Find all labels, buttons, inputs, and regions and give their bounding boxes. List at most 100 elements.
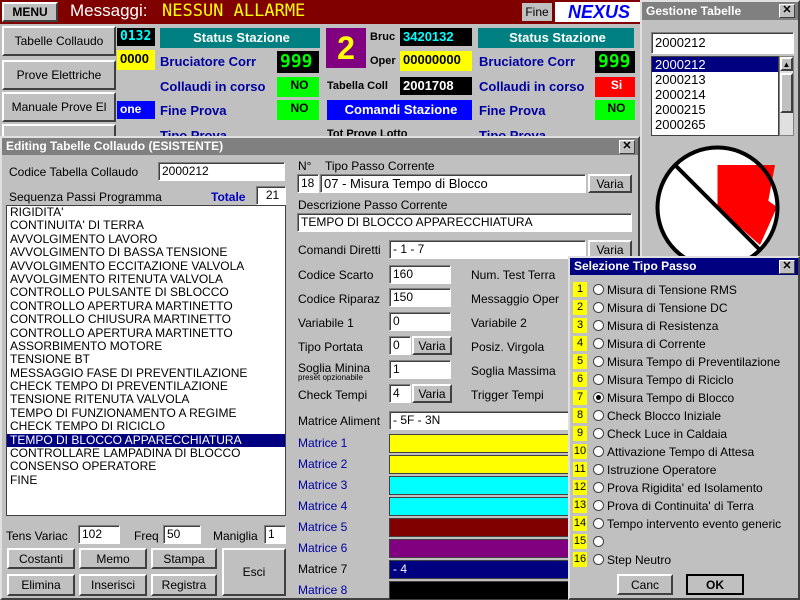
matrix-swatch[interactable] xyxy=(389,476,569,495)
close-icon[interactable]: ✕ xyxy=(619,140,635,154)
elimina-button[interactable]: Elimina xyxy=(7,574,75,596)
tipo-portata-input[interactable]: 0 xyxy=(389,336,411,355)
option-label[interactable]: Attivazione Tempo di Attesa xyxy=(607,445,754,459)
table-row[interactable]: CONTROLLO CHIUSURA MARTINETTO xyxy=(7,312,285,326)
varia-portata-button[interactable]: Varia xyxy=(412,336,452,355)
table-row[interactable]: AVVOLGIMENTO RITENUTA VALVOLA xyxy=(7,272,285,286)
option-label[interactable]: Istruzione Operatore xyxy=(607,463,716,477)
descrizione-input[interactable]: TEMPO DI BLOCCO APPARECCHIATURA xyxy=(297,213,632,232)
radio-button[interactable] xyxy=(593,392,604,403)
option-label[interactable]: Prova Rigidita' ed Isolamento xyxy=(607,481,763,495)
table-row[interactable]: CONTROLLO APERTURA MARTINETTO xyxy=(7,326,285,340)
table-row[interactable]: TENSIONE RITENUTA VALVOLA xyxy=(7,393,285,407)
gestione-list[interactable]: 2000212 2000213 2000214 2000215 2000265 xyxy=(651,56,779,136)
radio-button[interactable] xyxy=(593,410,604,421)
table-row[interactable]: TEMPO DI BLOCCO APPARECCHIATURA xyxy=(7,433,285,448)
tens-variac-input[interactable]: 102 xyxy=(78,525,120,544)
table-row[interactable]: AVVOLGIMENTO DI BASSA TENSIONE xyxy=(7,245,285,259)
maniglia-input[interactable]: 1 xyxy=(264,525,286,544)
fine-button[interactable]: Fine xyxy=(522,3,552,21)
option-label[interactable]: Check Blocco Iniziale xyxy=(607,409,721,423)
nav-manuale-prove[interactable]: Manuale Prove El xyxy=(2,92,116,122)
memo-button[interactable]: Memo xyxy=(79,548,147,569)
option-label[interactable]: Misura Tempo di Blocco xyxy=(607,391,734,405)
soglia-minima-input[interactable]: 1 xyxy=(389,360,451,379)
list-item[interactable]: 2000212 xyxy=(652,57,778,72)
matrix-swatch[interactable] xyxy=(389,434,569,453)
inserisci-button[interactable]: Inserisci xyxy=(79,574,147,596)
matrix-swatch[interactable] xyxy=(389,455,569,474)
option-label[interactable]: Prova di Continuita' di Terra xyxy=(607,499,754,513)
scroll-thumb[interactable] xyxy=(780,73,793,113)
gestione-search-input[interactable]: 2000212 xyxy=(651,32,794,54)
list-item[interactable]: 2000215 xyxy=(652,102,778,117)
matrix-swatch[interactable] xyxy=(389,518,569,537)
codice-riparaz-input[interactable]: 150 xyxy=(389,288,451,307)
list-item[interactable]: 2000214 xyxy=(652,87,778,102)
radio-button[interactable] xyxy=(593,428,604,439)
registra-button[interactable]: Registra xyxy=(151,574,217,596)
ok-button[interactable]: OK xyxy=(686,574,744,595)
codice-input[interactable]: 2000212 xyxy=(158,162,285,181)
radio-button[interactable] xyxy=(593,500,604,511)
option-label[interactable]: Misura Tempo di Riciclo xyxy=(607,373,734,387)
nav-prove-elettriche[interactable]: Prove Elettriche xyxy=(2,60,116,90)
station2-comandi-button[interactable]: Comandi Stazione xyxy=(327,100,472,120)
stampa-button[interactable]: Stampa xyxy=(151,548,217,569)
table-row[interactable]: MESSAGGIO FASE DI PREVENTILAZIONE xyxy=(7,366,285,380)
table-row[interactable]: CONTINUITA' DI TERRA xyxy=(7,218,285,232)
scroll-up-icon[interactable]: ▲ xyxy=(780,57,793,71)
radio-button[interactable] xyxy=(593,518,604,529)
table-row[interactable]: CONTROLLO APERTURA MARTINETTO xyxy=(7,299,285,313)
table-row[interactable]: CHECK TEMPO DI PREVENTILAZIONE xyxy=(7,379,285,393)
option-label[interactable]: Misura Tempo di Preventilazione xyxy=(607,355,780,369)
gestione-scrollbar[interactable]: ▲ xyxy=(779,56,794,136)
option-label[interactable]: Step Neutro xyxy=(607,553,671,567)
costanti-button[interactable]: Costanti xyxy=(7,548,75,569)
variabile1-input[interactable]: 0 xyxy=(389,312,451,331)
option-label[interactable]: Misura di Resistenza xyxy=(607,319,718,333)
table-row[interactable]: AVVOLGIMENTO ECCITAZIONE VALVOLA xyxy=(7,259,285,273)
table-row[interactable]: FINE xyxy=(7,473,285,487)
radio-button[interactable] xyxy=(593,554,604,565)
radio-button[interactable] xyxy=(593,338,604,349)
radio-button[interactable] xyxy=(593,284,604,295)
matrix-swatch[interactable] xyxy=(389,497,569,516)
radio-button[interactable] xyxy=(593,482,604,493)
option-label[interactable]: Misura di Tensione RMS xyxy=(607,283,737,297)
codice-scarto-input[interactable]: 160 xyxy=(389,265,451,284)
option-label[interactable]: Tempo intervento evento generic xyxy=(607,517,781,531)
radio-button[interactable] xyxy=(593,446,604,457)
esci-button[interactable]: Esci xyxy=(222,548,286,596)
radio-button[interactable] xyxy=(593,356,604,367)
radio-button[interactable] xyxy=(593,536,604,547)
table-row[interactable]: AVVOLGIMENTO LAVORO xyxy=(7,232,285,246)
radio-button[interactable] xyxy=(593,302,604,313)
cancel-button[interactable]: Canc xyxy=(617,574,673,595)
table-row[interactable]: TENSIONE BT xyxy=(7,352,285,366)
option-label[interactable]: Check Luce in Caldaia xyxy=(607,427,727,441)
option-label[interactable]: Misura di Tensione DC xyxy=(607,301,728,315)
table-row[interactable]: CONSENSO OPERATORE xyxy=(7,460,285,474)
check-tempi-input[interactable]: 4 xyxy=(389,384,411,403)
menu-button[interactable]: MENU xyxy=(2,2,58,22)
list-item[interactable]: 2000213 xyxy=(652,72,778,87)
matrix-swatch[interactable] xyxy=(389,539,569,558)
matrix-swatch[interactable]: - 4 xyxy=(389,560,569,579)
varia-tipo-button[interactable]: Varia xyxy=(588,174,632,193)
table-row[interactable]: ASSORBIMENTO MOTORE xyxy=(7,339,285,353)
matrix-swatch[interactable] xyxy=(389,581,569,600)
freq-input[interactable]: 50 xyxy=(163,525,201,544)
radio-button[interactable] xyxy=(593,464,604,475)
nav-tabelle-collaudo[interactable]: Tabelle Collaudo xyxy=(2,26,116,56)
table-row[interactable]: TEMPO DI FUNZIONAMENTO A REGIME xyxy=(7,406,285,420)
table-row[interactable]: RIGIDITA' xyxy=(7,206,285,219)
table-row[interactable]: CONTROLLO PULSANTE DI SBLOCCO xyxy=(7,285,285,299)
table-row[interactable]: CONTROLLARE LAMPADINA DI BLOCCO xyxy=(7,446,285,460)
option-label[interactable]: Misura di Corrente xyxy=(607,337,706,351)
table-row[interactable]: CHECK TEMPO DI RICICLO xyxy=(7,419,285,433)
steps-list[interactable]: RIGIDITA' CONTINUITA' DI TERRA AVVOLGIMENT… xyxy=(6,205,286,516)
radio-button[interactable] xyxy=(593,374,604,385)
varia-check-button[interactable]: Varia xyxy=(412,384,452,403)
radio-button[interactable] xyxy=(593,320,604,331)
